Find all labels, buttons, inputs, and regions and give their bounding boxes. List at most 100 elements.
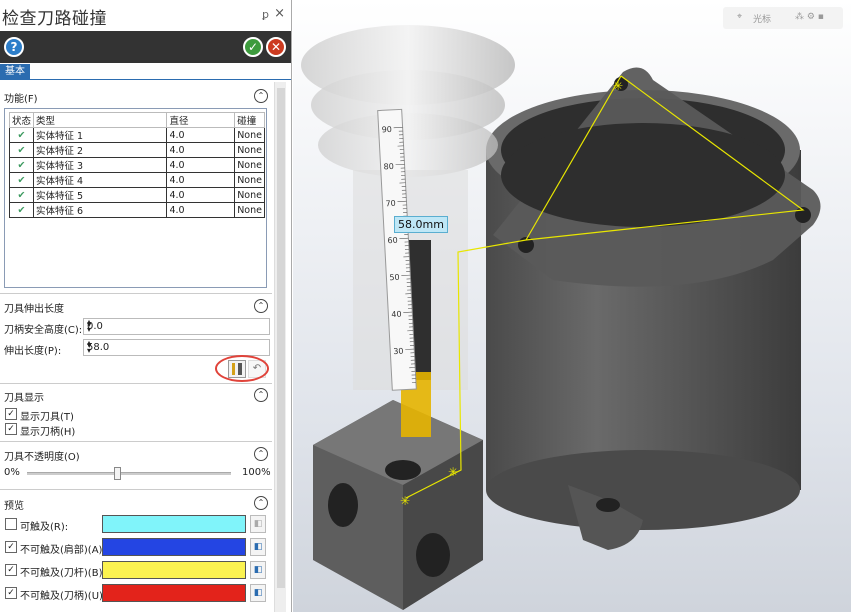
table-row[interactable]: ✔ 实体特征 4 4.0 None bbox=[8, 172, 265, 188]
status-check-icon: ✔ bbox=[8, 202, 35, 218]
pin-icon[interactable]: ꝑ bbox=[262, 8, 269, 21]
tool-holder-ghost bbox=[318, 113, 498, 177]
side-hole bbox=[416, 533, 450, 577]
shank-color-swatch[interactable] bbox=[102, 561, 246, 579]
part-model: 90 80 70 60 50 40 30 ✳ ✳ ✳ bbox=[301, 25, 821, 610]
spinner-icon[interactable]: ▴ ▾ bbox=[87, 339, 267, 355]
shoulder-color-swatch[interactable] bbox=[102, 538, 246, 556]
color-picker-icon[interactable]: ◧ bbox=[250, 538, 266, 556]
reachable-label: 可触及(R): bbox=[20, 522, 69, 533]
color-picker-icon[interactable]: ◧ bbox=[250, 561, 266, 579]
holder-color-swatch[interactable] bbox=[102, 584, 246, 602]
bolt-hole bbox=[596, 498, 620, 512]
divider bbox=[0, 293, 272, 294]
ruler-tick-label: 90 bbox=[381, 125, 392, 135]
panel-title-bar: 检查刀路碰撞 ꝑ × bbox=[0, 0, 291, 31]
reachable-checkbox[interactable] bbox=[5, 518, 17, 530]
shoulder-label: 不可触及(肩部)(A): bbox=[20, 545, 106, 556]
spinner-icon[interactable]: ▴ ▾ bbox=[87, 318, 267, 334]
collapse-icon[interactable]: ⌃ bbox=[254, 89, 268, 103]
holder-clearance-row: 刀柄安全高度(C): 0.0 ▾ ▴ ▾ bbox=[4, 318, 270, 336]
status-check-icon: ✔ bbox=[8, 157, 35, 173]
shank-checkbox[interactable]: ✓ bbox=[5, 564, 17, 576]
collapse-icon[interactable]: ⌃ bbox=[254, 447, 268, 461]
row-type: 实体特征 6 bbox=[33, 202, 168, 218]
row-diameter: 4.0 bbox=[166, 187, 236, 203]
show-holder-label: 显示刀柄(H) bbox=[20, 427, 76, 438]
show-holder-checkbox[interactable]: ✓ bbox=[5, 423, 17, 435]
table-header-row: 状态 类型 直径 碰撞 bbox=[8, 112, 265, 128]
col-diameter[interactable]: 直径 bbox=[166, 112, 236, 128]
status-check-icon: ✔ bbox=[8, 142, 35, 158]
status-check-icon: ✔ bbox=[8, 187, 35, 203]
point-marker-icon: ✳ bbox=[400, 494, 410, 508]
cylinder-bottom bbox=[486, 450, 800, 530]
tool-display-title: 刀具显示 bbox=[4, 393, 44, 404]
row-collision: None bbox=[234, 172, 265, 188]
collapse-icon[interactable]: ⌃ bbox=[254, 388, 268, 402]
opacity-title: 刀具不透明度(O) bbox=[4, 452, 80, 463]
tool-length-section-header[interactable]: 刀具伸出长度 ⌃ bbox=[0, 297, 272, 315]
tool-display-section-header[interactable]: 刀具显示 ⌃ bbox=[0, 386, 272, 404]
feature-table: 状态 类型 直径 碰撞 ✔ 实体特征 1 4.0 None ✔ 实体特征 2 4.0 Non… bbox=[4, 108, 267, 288]
close-icon[interactable]: × bbox=[274, 6, 285, 21]
holder-clearance-input[interactable]: 0.0 ▾ ▴ ▾ bbox=[83, 318, 270, 335]
ok-button[interactable]: ✓ bbox=[243, 37, 263, 57]
row-diameter: 4.0 bbox=[166, 157, 236, 173]
holder-label: 不可触及(刀柄)(U): bbox=[20, 591, 107, 602]
preview-section-header[interactable]: 预览 ⌃ bbox=[0, 494, 272, 512]
ruler-tick-label: 80 bbox=[383, 162, 394, 172]
col-status[interactable]: 状态 bbox=[8, 112, 35, 128]
function-section-header[interactable]: 功能(F) ⌃ bbox=[0, 87, 272, 105]
opacity-max-label: 100% bbox=[242, 467, 271, 478]
help-button[interactable]: ? bbox=[4, 37, 24, 57]
tool-length-title: 刀具伸出长度 bbox=[4, 304, 64, 315]
point-marker-icon: ✳ bbox=[448, 465, 458, 479]
check-toolpath-collision-panel: 检查刀路碰撞 ꝑ × ? ✓ ✕ 基本 功能(F) ⌃ 状态 类型 直径 碰撞 … bbox=[0, 0, 292, 612]
cylinder-bore bbox=[501, 123, 785, 227]
ruler-tick-label: 40 bbox=[391, 310, 402, 320]
tab-strip: 基本 bbox=[0, 63, 291, 80]
extension-length-input[interactable]: 58.0 ▾ ▴ ▾ bbox=[83, 339, 270, 356]
row-collision: None bbox=[234, 187, 265, 203]
action-bar: ? ✓ ✕ bbox=[0, 31, 291, 63]
holder-checkbox[interactable]: ✓ bbox=[5, 587, 17, 599]
status-check-icon: ✔ bbox=[8, 127, 35, 143]
row-collision: None bbox=[234, 157, 265, 173]
opacity-section-header[interactable]: 刀具不透明度(O) ⌃ bbox=[0, 445, 272, 463]
table-row[interactable]: ✔ 实体特征 1 4.0 None bbox=[8, 127, 265, 143]
row-diameter: 4.0 bbox=[166, 202, 236, 218]
collapse-icon[interactable]: ⌃ bbox=[254, 496, 268, 510]
opacity-slider-thumb[interactable] bbox=[114, 467, 121, 480]
tab-basic[interactable]: 基本 bbox=[0, 64, 30, 80]
measure-label: 58.0mm bbox=[394, 216, 448, 233]
reachable-color-swatch[interactable] bbox=[102, 515, 246, 533]
divider bbox=[0, 489, 272, 490]
shoulder-checkbox[interactable]: ✓ bbox=[5, 541, 17, 553]
color-picker-icon[interactable]: ◧ bbox=[250, 515, 266, 533]
panel-title: 检查刀路碰撞 bbox=[2, 9, 107, 29]
table-row[interactable]: ✔ 实体特征 5 4.0 None bbox=[8, 187, 265, 203]
cancel-button[interactable]: ✕ bbox=[266, 37, 286, 57]
row-type: 实体特征 5 bbox=[33, 187, 168, 203]
function-section-title: 功能(F) bbox=[4, 94, 38, 105]
panel-scrollbar[interactable] bbox=[274, 82, 286, 612]
opacity-slider[interactable] bbox=[27, 467, 231, 480]
row-collision: None bbox=[234, 127, 265, 143]
graphics-viewport[interactable]: ⌖ 光标 ⁂ ⚙ ▪ 90 80 70 60 50 40 30 ✳ ✳ ✳ 58… bbox=[293, 0, 851, 612]
color-picker-icon[interactable]: ◧ bbox=[250, 584, 266, 602]
show-tool-checkbox[interactable]: ✓ bbox=[5, 408, 17, 420]
col-collision[interactable]: 碰撞 bbox=[234, 112, 265, 128]
row-type: 实体特征 1 bbox=[33, 127, 168, 143]
col-type[interactable]: 类型 bbox=[33, 112, 168, 128]
collapse-icon[interactable]: ⌃ bbox=[254, 299, 268, 313]
table-row[interactable]: ✔ 实体特征 6 4.0 None bbox=[8, 202, 265, 218]
side-hole bbox=[328, 483, 358, 527]
scroll-thumb[interactable] bbox=[277, 88, 285, 588]
table-row[interactable]: ✔ 实体特征 3 4.0 None bbox=[8, 157, 265, 173]
table-row[interactable]: ✔ 实体特征 2 4.0 None bbox=[8, 142, 265, 158]
extension-length-label: 伸出长度(P): bbox=[4, 346, 62, 357]
status-check-icon: ✔ bbox=[8, 172, 35, 188]
ruler-tick-label: 60 bbox=[387, 236, 398, 246]
block-hole bbox=[385, 460, 421, 480]
